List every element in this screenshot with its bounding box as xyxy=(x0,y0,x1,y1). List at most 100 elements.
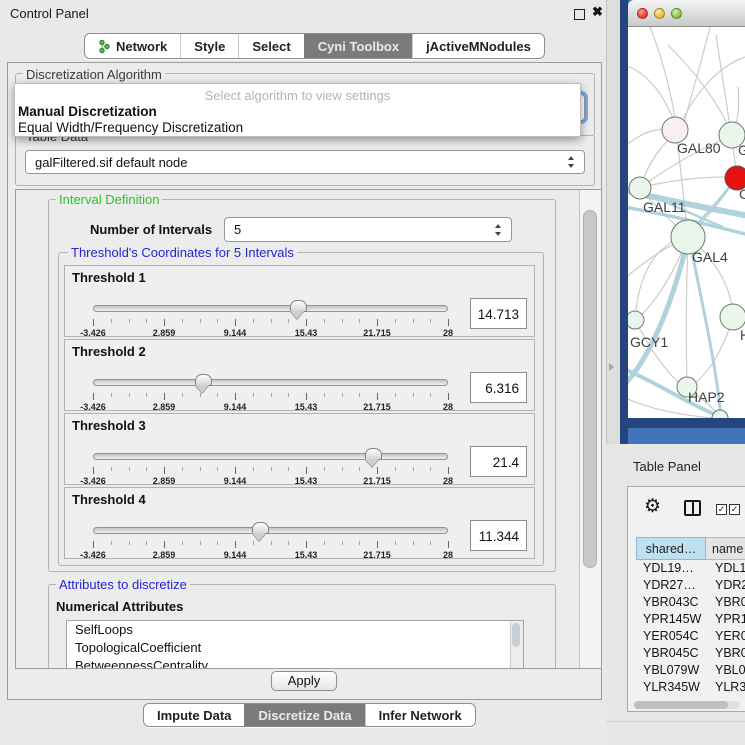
slider-tick-labels: -3.4262.8599.14415.4321.71528 xyxy=(93,328,448,338)
threshold-slider[interactable]: -3.4262.8599.14415.4321.71528 xyxy=(93,300,448,336)
threshold-label: Threshold 4 xyxy=(72,492,146,507)
threshold-value-field[interactable]: 21.4 xyxy=(470,446,527,477)
table-row[interactable]: YER054CYER0 xyxy=(636,628,745,645)
threshold-slider[interactable]: -3.4262.8599.14415.4321.71528 xyxy=(93,374,448,410)
float-window-icon[interactable] xyxy=(574,9,585,20)
node-label: GAL11 xyxy=(643,199,686,215)
algorithm-dropdown-popup: Select algorithm to view settings Manual… xyxy=(14,83,581,137)
slider-thumb[interactable] xyxy=(365,448,382,460)
table-header-cell-name[interactable]: name xyxy=(706,537,745,560)
attributes-list[interactable]: SelfLoopsTopologicalCoefficientBetweenne… xyxy=(66,620,524,669)
scrollbar-thumb[interactable] xyxy=(634,701,728,709)
tab-impute-data[interactable]: Impute Data xyxy=(144,704,244,726)
horizontal-scrollbar[interactable] xyxy=(634,701,740,709)
table-cell: YDR2 xyxy=(706,577,745,594)
slider-ticks xyxy=(93,319,448,327)
network-node-gal11[interactable] xyxy=(629,177,651,199)
control-panel: Control Panel ✖ Network StyleSelectCyni T… xyxy=(0,0,607,745)
threshold-value-field[interactable]: 11.344 xyxy=(470,520,527,551)
num-intervals-combobox[interactable]: 5 xyxy=(224,217,512,242)
algorithm-option-manual-discretization[interactable]: Manual Discretization xyxy=(15,104,580,120)
table-cell: YIL053C xyxy=(636,696,706,699)
combo-stepper-icon xyxy=(495,224,502,236)
tab-cyni-toolbox[interactable]: Cyni Toolbox xyxy=(304,34,412,58)
algorithm-popup-prompt: Select algorithm to view settings xyxy=(15,87,580,104)
table-row[interactable]: YBR043CYBR0 xyxy=(636,594,745,611)
table-row[interactable]: YIL053CYIL0 xyxy=(636,696,745,699)
minimize-traffic-light-icon[interactable] xyxy=(654,8,665,19)
table-row[interactable]: YDR27…YDR2 xyxy=(636,577,745,594)
slider-thumb[interactable] xyxy=(252,522,269,534)
tick-label: 21.715 xyxy=(363,550,391,560)
tick-label: 2.859 xyxy=(153,402,176,412)
table-row[interactable]: YBL079WYBL0 xyxy=(636,662,745,679)
tick-label: 2.859 xyxy=(153,476,176,486)
close-traffic-light-icon[interactable] xyxy=(637,8,648,19)
settings-scroll-panel: Interval Definition Number of Intervals … xyxy=(15,189,602,669)
network-node-gcy1[interactable] xyxy=(628,311,644,329)
checkbox-icon[interactable]: ✓ xyxy=(716,504,727,515)
slider-thumb[interactable] xyxy=(290,300,307,312)
tick-label: 15.43 xyxy=(295,476,318,486)
tick-label: -3.426 xyxy=(80,550,106,560)
slider-track[interactable] xyxy=(93,379,448,386)
attribute-list-item[interactable]: SelfLoops xyxy=(67,621,523,639)
network-canvas[interactable]: GAL80GCGAL11GAL4GCY1HHAP2 xyxy=(628,27,745,418)
attribute-list-item[interactable]: TopologicalCoefficient xyxy=(67,639,523,657)
checkbox-icon[interactable]: ✓ xyxy=(729,504,740,515)
threshold-box: Threshold 3-3.4262.8599.14415.4321.71528… xyxy=(64,413,535,485)
threshold-value-field[interactable]: 14.713 xyxy=(470,298,527,329)
panel-divider-arrow-icon[interactable] xyxy=(609,363,614,371)
split-columns-icon[interactable] xyxy=(684,500,701,516)
tab-discretize-data[interactable]: Discretize Data xyxy=(244,704,364,726)
tab-jactivemnodules[interactable]: jActiveMNodules xyxy=(412,34,544,58)
panel-title: Control Panel xyxy=(10,6,89,21)
attribute-list-item[interactable]: BetweennessCentrality xyxy=(67,657,523,669)
tick-label: -3.426 xyxy=(80,328,106,338)
tick-label: 21.715 xyxy=(363,328,391,338)
table-row[interactable]: YBR045CYBR0 xyxy=(636,645,745,662)
table-row[interactable]: YLR345WYLR3 xyxy=(636,679,745,696)
table-cell: YER0 xyxy=(706,628,745,645)
table-cell: YDL1 xyxy=(706,560,745,577)
table-data-value: galFiltered.sif default node xyxy=(35,155,187,170)
screen: Control Panel ✖ Network StyleSelectCyni T… xyxy=(0,0,745,745)
table-data-combobox[interactable]: galFiltered.sif default node xyxy=(25,150,585,174)
scrollbar-thumb[interactable] xyxy=(583,210,597,568)
close-icon[interactable]: ✖ xyxy=(592,4,603,20)
slider-track[interactable] xyxy=(93,527,448,534)
vertical-scrollbar[interactable] xyxy=(579,190,601,668)
slider-thumb[interactable] xyxy=(195,374,212,386)
table-cell: YBL0 xyxy=(706,662,745,679)
tab-infer-network[interactable]: Infer Network xyxy=(365,704,475,726)
table-cell: YBL079W xyxy=(636,662,706,679)
network-node[interactable] xyxy=(712,410,728,418)
table-row[interactable]: YDL19…YDL1 xyxy=(636,560,745,577)
table-cell: YBR043C xyxy=(636,594,706,611)
attributes-list-scrollbar[interactable] xyxy=(510,621,523,668)
tab-network[interactable]: Network xyxy=(85,34,180,58)
table-cell: YIL0 xyxy=(706,696,745,699)
table-row[interactable]: YPR145WYPR1 xyxy=(636,611,745,628)
threshold-slider[interactable]: -3.4262.8599.14415.4321.71528 xyxy=(93,448,448,484)
algorithm-option-equal-width-frequency-discretization[interactable]: Equal Width/Frequency Discretization xyxy=(15,120,580,136)
table-cell: YBR0 xyxy=(706,645,745,662)
tab-label: Network xyxy=(116,39,167,54)
tab-select[interactable]: Select xyxy=(238,34,303,58)
gear-icon[interactable]: ⚙ xyxy=(644,497,661,516)
tick-label: 28 xyxy=(443,476,453,486)
tick-label: 9.144 xyxy=(224,328,247,338)
apply-button[interactable]: Apply xyxy=(271,671,337,691)
zoom-traffic-light-icon[interactable] xyxy=(671,8,682,19)
threshold-value-field[interactable]: 6.316 xyxy=(470,372,527,403)
tick-label: 28 xyxy=(443,550,453,560)
slider-track[interactable] xyxy=(93,305,448,312)
network-window-titlebar[interactable] xyxy=(628,0,745,27)
table-header-cell-shared[interactable]: shared… xyxy=(636,537,706,560)
node-label: HAP2 xyxy=(688,389,725,405)
threshold-slider[interactable]: -3.4262.8599.14415.4321.71528 xyxy=(93,522,448,558)
scrollbar-thumb[interactable] xyxy=(512,623,520,647)
slider-track[interactable] xyxy=(93,453,448,460)
tab-style[interactable]: Style xyxy=(180,34,238,58)
slider-ticks xyxy=(93,393,448,401)
